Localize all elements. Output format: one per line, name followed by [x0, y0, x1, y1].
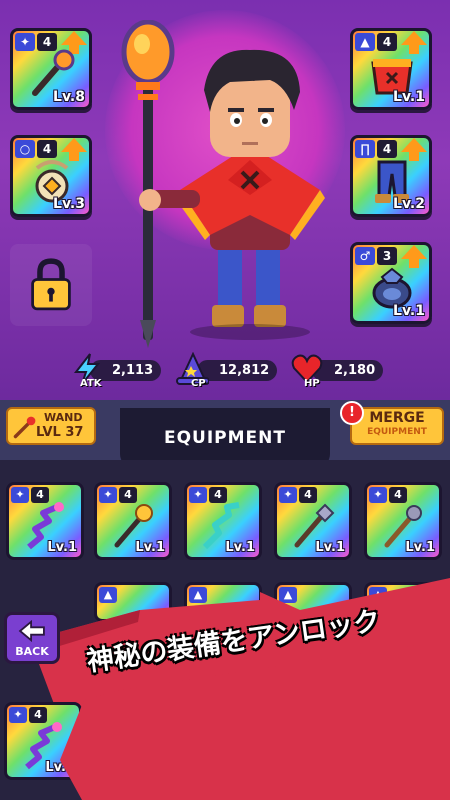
promo-banner-overlay — [60, 640, 450, 800]
back-arrow-icon — [18, 620, 45, 642]
back-label: BACK — [15, 645, 49, 658]
back-button[interactable]: BACK — [4, 612, 60, 664]
